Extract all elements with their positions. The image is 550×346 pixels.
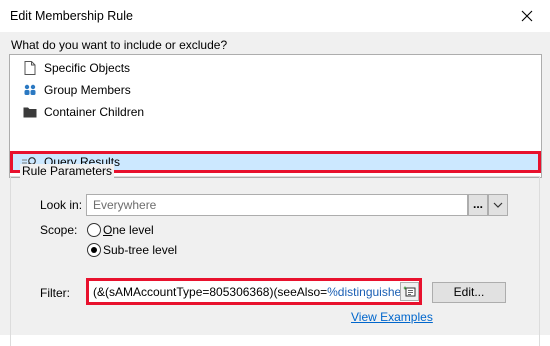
look-in-label: Look in: [40, 198, 83, 212]
insert-variable-button[interactable] [400, 282, 419, 301]
window-title: Edit Membership Rule [10, 9, 133, 23]
rule-parameters-label: Rule Parameters [20, 164, 115, 178]
filter-expression: (&(sAMAccountType=805306368)(seeAlso= [93, 285, 328, 299]
list-item-specific-objects[interactable]: Specific Objects [10, 57, 541, 79]
folder-icon [22, 104, 38, 120]
close-button[interactable] [504, 0, 550, 32]
browse-button[interactable]: ... [468, 194, 488, 216]
close-icon [521, 10, 533, 22]
list-item-group-members[interactable]: Group Members [10, 79, 541, 101]
edit-button[interactable]: Edit... [432, 282, 506, 303]
sub-tree-level-radio[interactable] [87, 243, 101, 257]
dialog-body: What do you want to include or exclude? … [0, 32, 550, 346]
sub-tree-level-label: Sub-tree level [103, 243, 178, 257]
include-exclude-prompt: What do you want to include or exclude? [11, 38, 228, 52]
scope-label: Scope: [40, 223, 78, 237]
group-members-icon [22, 82, 38, 98]
rule-type-list[interactable]: Specific Objects Group Members Container… [9, 54, 542, 178]
one-level-label: One level [103, 223, 154, 237]
list-item-container-children[interactable]: Container Children [10, 101, 541, 123]
insert-variable-icon [403, 286, 416, 297]
list-item-label: Group Members [44, 83, 131, 97]
filter-label: Filter: [40, 286, 70, 300]
list-item-label: Container Children [44, 105, 145, 119]
list-item-label: Specific Objects [44, 61, 131, 75]
chevron-down-icon [493, 202, 503, 208]
view-examples-link[interactable]: View Examples [351, 310, 433, 324]
title-bar: Edit Membership Rule [0, 0, 550, 32]
look-in-combo[interactable]: Everywhere [86, 194, 468, 216]
look-in-dropdown-button[interactable] [488, 194, 508, 216]
filter-input[interactable]: (&(sAMAccountType=805306368)(seeAlso=%di… [86, 278, 422, 305]
document-icon [22, 60, 38, 76]
one-level-radio[interactable] [87, 223, 101, 237]
